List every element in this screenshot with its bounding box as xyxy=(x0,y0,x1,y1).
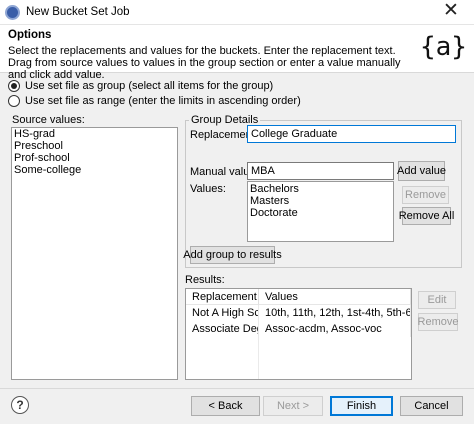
list-item[interactable]: Bachelors xyxy=(248,183,393,195)
next-button[interactable]: Next > xyxy=(263,396,323,416)
table-header: Replacement Values xyxy=(186,289,411,305)
remove-result-button[interactable]: Remove xyxy=(418,313,458,331)
finish-button[interactable]: Finish xyxy=(330,396,393,416)
add-group-button[interactable]: Add group to results xyxy=(183,246,282,264)
radio-use-as-group[interactable]: Use set file as group (select all items … xyxy=(8,79,273,93)
add-value-button[interactable]: Add value xyxy=(397,161,446,181)
replacement-input[interactable]: College Graduate xyxy=(247,125,456,143)
edit-result-button[interactable]: Edit xyxy=(418,291,456,309)
values-label: Values: xyxy=(190,183,226,195)
window-title: New Bucket Set Job xyxy=(26,6,130,18)
source-values-list[interactable]: HS-grad Preschool Prof-school Some-colle… xyxy=(11,127,178,380)
radio-label: Use set file as range (enter the limits … xyxy=(25,95,301,107)
back-button[interactable]: < Back xyxy=(191,396,260,416)
cell-values: 10th, 11th, 12th, 1st-4th, 5th-6th, 7th-… xyxy=(259,305,411,321)
remove-value-button[interactable]: Remove xyxy=(402,186,449,204)
cancel-button[interactable]: Cancel xyxy=(400,396,463,416)
list-item[interactable]: Masters xyxy=(248,195,393,207)
column-divider xyxy=(186,327,259,379)
table-row[interactable]: Not A High Sc... 10th, 11th, 12th, 1st-4… xyxy=(186,305,411,321)
group-values-list[interactable]: Bachelors Masters Doctorate xyxy=(247,181,394,242)
list-item[interactable]: Preschool xyxy=(12,140,177,152)
manual-value-input[interactable]: MBA xyxy=(247,162,394,180)
radio-icon[interactable] xyxy=(8,80,20,92)
list-item[interactable]: HS-grad xyxy=(12,128,177,140)
column-header-replacement[interactable]: Replacement xyxy=(186,289,259,305)
list-item[interactable]: Doctorate xyxy=(248,207,393,219)
results-label: Results: xyxy=(185,274,225,286)
logo-icon: {a} xyxy=(420,32,467,62)
radio-use-as-range[interactable]: Use set file as range (enter the limits … xyxy=(8,94,301,108)
help-icon[interactable]: ? xyxy=(11,396,29,414)
close-button[interactable]: ✕ xyxy=(428,0,474,25)
page-title: Options xyxy=(8,29,52,41)
list-item[interactable]: Some-college xyxy=(12,164,177,176)
source-values-label: Source values: xyxy=(12,114,85,126)
cell-replacement: Not A High Sc... xyxy=(186,305,259,321)
list-item[interactable]: Prof-school xyxy=(12,152,177,164)
radio-icon[interactable] xyxy=(8,95,20,107)
radio-label: Use set file as group (select all items … xyxy=(25,80,274,92)
app-icon xyxy=(5,5,20,20)
column-header-values[interactable]: Values xyxy=(259,289,411,305)
remove-all-button[interactable]: Remove All xyxy=(399,207,454,225)
page-description: Select the replacements and values for t… xyxy=(8,45,401,81)
results-table[interactable]: Replacement Values Not A High Sc... 10th… xyxy=(185,288,412,380)
cell-values: Assoc-acdm, Assoc-voc xyxy=(259,321,411,337)
